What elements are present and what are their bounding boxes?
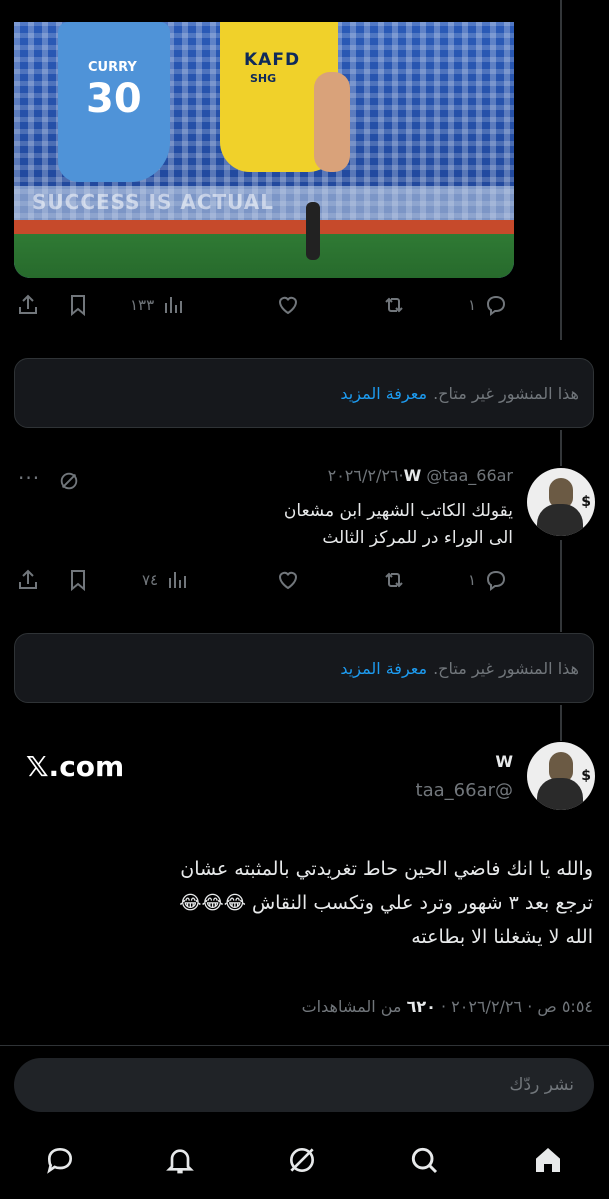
messages-icon [47,1147,73,1174]
banner-text: SUCCESS IS ACTUAL [32,190,274,214]
more-button[interactable]: ··· [18,466,40,490]
grok-icon[interactable] [58,470,80,492]
reply-icon [487,295,506,316]
views-icon [169,572,187,588]
thread-line-mid [560,430,562,466]
views-button[interactable]: ٧٤ [142,560,190,600]
handle[interactable]: @taa_66ar [416,780,513,801]
site-watermark: 𝕏.com [26,750,125,783]
bookmark-icon [71,295,85,317]
share-button[interactable] [16,285,40,325]
learn-more-link[interactable]: معرفة المزيد [340,659,427,678]
handle-text: @taa_66ar [415,780,513,801]
nav-grok[interactable] [284,1142,320,1178]
reply-icon [487,570,506,591]
views-count: ١٣٣ [130,296,155,314]
dot-separator: · [527,997,533,1016]
nav-messages[interactable] [42,1142,78,1178]
tweet-text[interactable]: يقولك الكاتب الشهير ابن مشعان الى الوراء… [93,498,513,552]
display-name-text: W [495,752,513,771]
tweet-line: والله يا انك فاضي الحين حاط تغريدتي بالم… [180,858,593,880]
share-icon [19,294,37,314]
like-icon [278,571,298,590]
search-icon [411,1147,438,1174]
reply-count: ١ [468,296,477,314]
share-icon [19,569,37,589]
tweet-header: W @taa_66ar·٢٠٢٦/٢/٢٦ [328,466,513,485]
unavailable-post-notice: هذا المنشور غير متاح. معرفة المزيد [14,633,594,703]
views-count: ٧٤ [142,571,159,589]
reply-button[interactable]: ١ [468,560,508,600]
views-button[interactable]: ١٣٣ [130,285,186,325]
tweet-timestamp: ٥:٥٤ ص · ٢٠٢٦/٢/٢٦ · ٦٢٠ من المشاهدات [302,997,593,1016]
handle[interactable]: @taa_66ar [426,466,513,485]
retweet-button[interactable] [382,285,406,325]
focused-tweet-text[interactable]: والله يا انك فاضي الحين حاط تغريدتي بالم… [33,852,593,954]
divider [0,1045,609,1046]
home-icon [536,1148,560,1172]
tweet-line: الله لا يشغلنا الا بطاعته [411,926,593,948]
nav-home[interactable] [530,1142,566,1178]
like-icon [278,296,298,315]
avatar-dollar: $ [581,494,591,510]
like-button[interactable] [276,560,300,600]
avatar-body [537,504,583,536]
unavailable-text: هذا المنشور غير متاح. [433,383,579,403]
bookmark-icon [71,570,85,592]
dot-separator: · [440,997,447,1016]
avatar[interactable]: $ [527,742,595,810]
retweet-icon [385,572,403,588]
reply-placeholder: نشر ردّك [509,1075,574,1095]
reply-count: ١ [468,571,477,589]
unavailable-post-notice: هذا المنشور غير متاح. معرفة المزيد [14,358,594,428]
bookmark-button[interactable] [66,285,90,325]
views-icon [165,297,183,313]
bookmark-button[interactable] [66,560,90,600]
tweet-line: يقولك الكاتب الشهير ابن مشعان [283,501,513,521]
post-action-bar: ١٣٣ ١ [0,285,609,325]
bottom-navigation [0,1124,609,1199]
learn-more-link[interactable]: معرفة المزيد [340,384,427,403]
views-label: من المشاهدات [301,997,402,1016]
post-media-image[interactable]: SUCCESS IS ACTUAL CURRY 30 KAFD SHG [14,22,514,278]
retweet-button[interactable] [382,560,406,600]
avatar[interactable]: $ [527,468,595,536]
tweet-date[interactable]: ٢٠٢٦/٢/٢٦ [451,997,522,1016]
tweet-line: الى الوراء در للمركز الثالث [322,528,513,548]
thread-line-bottom [560,705,562,741]
blue-jersey-player: CURRY 30 [58,22,170,182]
jersey-name: CURRY [88,60,137,75]
notifications-icon [166,1149,194,1174]
retweet-icon [385,297,403,313]
player-on-pitch [306,202,320,260]
tweet-time[interactable]: ٥:٥٤ ص [537,997,593,1016]
views-count: ٦٢٠ [406,997,436,1016]
tweet-date[interactable]: ٢٠٢٦/٢/٢٦ [328,466,399,485]
avatar-dollar: $ [581,768,591,784]
player-arm [314,72,350,172]
jersey-number: 30 [86,76,142,122]
like-button[interactable] [276,285,300,325]
post-action-bar: ٧٤ ١ [0,560,609,600]
display-name[interactable]: W [404,466,422,485]
jersey-sponsor: KAFD [244,50,301,70]
reply-button[interactable]: ١ [468,285,508,325]
reply-input[interactable]: نشر ردّك [14,1058,594,1112]
nav-notifications[interactable] [162,1142,198,1178]
share-button[interactable] [16,560,40,600]
display-name[interactable]: W [495,752,513,771]
grok-icon [290,1148,314,1172]
jersey-sponsor-sub: SHG [250,72,277,85]
pitch [14,234,514,278]
tweet-line: ترجع بعد ٣ شهور وترد علي وتكسب النقاش 😂😂… [179,892,593,914]
nav-search[interactable] [406,1142,442,1178]
unavailable-text: هذا المنشور غير متاح. [433,658,579,678]
avatar-body [537,778,583,810]
